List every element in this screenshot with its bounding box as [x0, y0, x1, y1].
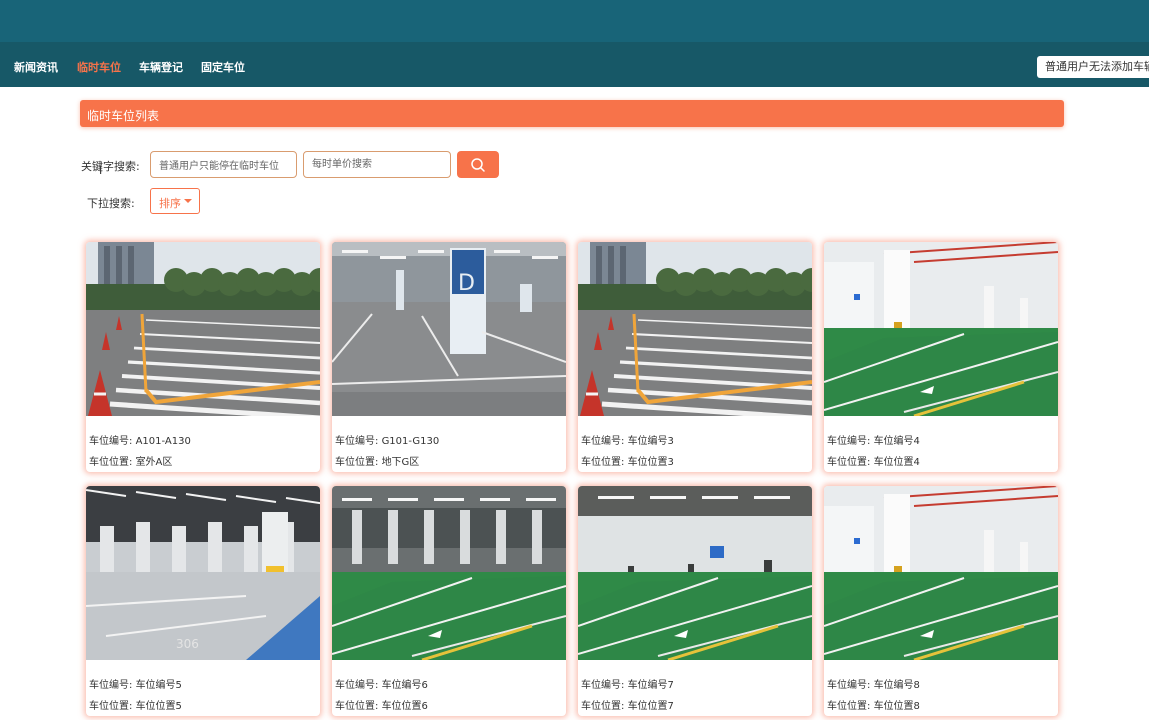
parking-location-label: 车位位置:: [335, 457, 379, 468]
parking-id-label: 车位编号:: [335, 680, 379, 691]
parking-id-label: 车位编号:: [581, 436, 625, 447]
parking-location-value: 车位位置4: [873, 457, 920, 468]
parking-card[interactable]: 车位编号: 车位编号4 车位位置: 车位位置4: [824, 242, 1058, 472]
nav-bar: 新闻资讯 临时车位 车辆登记 固定车位 普通用户无法添加车辆: [0, 42, 1149, 87]
parking-location-line: 车位位置: 车位位置7: [581, 697, 674, 712]
parking-photo[interactable]: [578, 242, 812, 416]
parking-location-value: 车位位置5: [135, 701, 182, 712]
parking-id-value: 车位编号4: [873, 436, 920, 447]
parking-id-line: 车位编号: 车位编号5: [89, 676, 182, 691]
parking-location-value: 车位位置8: [873, 701, 920, 712]
parking-id-label: 车位编号:: [827, 436, 871, 447]
parking-photo[interactable]: [578, 486, 812, 660]
parking-location-label: 车位位置:: [827, 457, 871, 468]
text-cursor-icon: I: [99, 164, 103, 177]
nav-item-news[interactable]: 新闻资讯: [14, 59, 58, 75]
parking-id-line: 车位编号: A101-A130: [89, 432, 191, 447]
parking-id-line: 车位编号: 车位编号7: [581, 676, 674, 691]
sort-dropdown[interactable]: 排序: [150, 188, 200, 214]
nav-item-fixed-parking[interactable]: 固定车位: [201, 59, 245, 75]
svg-text:306: 306: [176, 637, 199, 651]
parking-location-line: 车位位置: 车位位置6: [335, 697, 428, 712]
parking-location-value: 车位位置3: [627, 457, 674, 468]
parking-photo[interactable]: [86, 242, 320, 416]
parking-id-value: 车位编号5: [135, 680, 182, 691]
parking-id-label: 车位编号:: [89, 436, 133, 447]
parking-id-line: 车位编号: 车位编号4: [827, 432, 920, 447]
parking-location-line: 车位位置: 地下G区: [335, 453, 419, 468]
parking-location-value: 车位位置6: [381, 701, 428, 712]
nav-item-vehicle-register[interactable]: 车辆登记: [139, 59, 183, 75]
parking-photo[interactable]: [824, 486, 1058, 660]
top-banner: [0, 0, 1149, 42]
parking-location-label: 车位位置:: [581, 457, 625, 468]
nav-item-temp-parking[interactable]: 临时车位: [77, 59, 121, 75]
parking-id-line: 车位编号: G101-G130: [335, 432, 439, 447]
parking-photo[interactable]: [332, 486, 566, 660]
caret-down-icon: [184, 199, 192, 203]
keyword-search-label: 关键字搜索:: [81, 160, 140, 173]
parking-id-value: 车位编号6: [381, 680, 428, 691]
parking-card[interactable]: 车位编号: 车位编号7 车位位置: 车位位置7: [578, 486, 812, 716]
price-search-input[interactable]: [303, 151, 451, 178]
parking-id-label: 车位编号:: [827, 680, 871, 691]
parking-id-value: 车位编号8: [873, 680, 920, 691]
parking-location-label: 车位位置:: [335, 701, 379, 712]
parking-location-label: 车位位置:: [89, 457, 133, 468]
section-header: 临时车位列表: [80, 100, 1064, 127]
parking-id-line: 车位编号: 车位编号6: [335, 676, 428, 691]
parking-card[interactable]: 车位编号: 车位编号6 车位位置: 车位位置6: [332, 486, 566, 716]
parking-card[interactable]: 车位编号: 车位编号3 车位位置: 车位位置3: [578, 242, 812, 472]
parking-id-value: 车位编号3: [627, 436, 674, 447]
parking-location-label: 车位位置:: [89, 701, 133, 712]
parking-id-line: 车位编号: 车位编号8: [827, 676, 920, 691]
parking-photo[interactable]: 306: [86, 486, 320, 660]
parking-id-value: A101-A130: [135, 436, 191, 447]
keyword-search-input[interactable]: [150, 151, 297, 178]
parking-id-line: 车位编号: 车位编号3: [581, 432, 674, 447]
section-title: 临时车位列表: [87, 109, 160, 123]
parking-id-label: 车位编号:: [581, 680, 625, 691]
parking-location-label: 车位位置:: [827, 701, 871, 712]
parking-photo[interactable]: D: [332, 242, 566, 416]
parking-id-value: 车位编号7: [627, 680, 674, 691]
parking-location-line: 车位位置: 室外A区: [89, 453, 172, 468]
parking-location-value: 车位位置7: [627, 701, 674, 712]
parking-location-value: 地下G区: [381, 457, 420, 468]
parking-card[interactable]: 车位编号: A101-A130 车位位置: 室外A区: [86, 242, 320, 472]
parking-location-line: 车位位置: 车位位置3: [581, 453, 674, 468]
dropdown-search-label: 下拉搜索:: [87, 197, 135, 210]
search-button[interactable]: [457, 151, 499, 178]
parking-card[interactable]: 306 车位编号: 车位编号5 车位位置: 车位位置5: [86, 486, 320, 716]
parking-location-value: 室外A区: [135, 457, 173, 468]
parking-location-line: 车位位置: 车位位置4: [827, 453, 920, 468]
parking-id-label: 车位编号:: [335, 436, 379, 447]
user-notice: 普通用户无法添加车辆: [1037, 56, 1149, 78]
search-icon: [471, 158, 485, 172]
parking-location-line: 车位位置: 车位位置5: [89, 697, 182, 712]
parking-location-label: 车位位置:: [581, 701, 625, 712]
svg-text:D: D: [458, 271, 475, 296]
parking-photo[interactable]: [824, 242, 1058, 416]
parking-card[interactable]: 车位编号: 车位编号8 车位位置: 车位位置8: [824, 486, 1058, 716]
parking-location-line: 车位位置: 车位位置8: [827, 697, 920, 712]
sort-dropdown-label: 排序: [159, 197, 181, 210]
parking-id-value: G101-G130: [381, 436, 440, 447]
parking-card[interactable]: D 车位编号: G101-G130 车位位置: 地下G区: [332, 242, 566, 472]
parking-id-label: 车位编号:: [89, 680, 133, 691]
